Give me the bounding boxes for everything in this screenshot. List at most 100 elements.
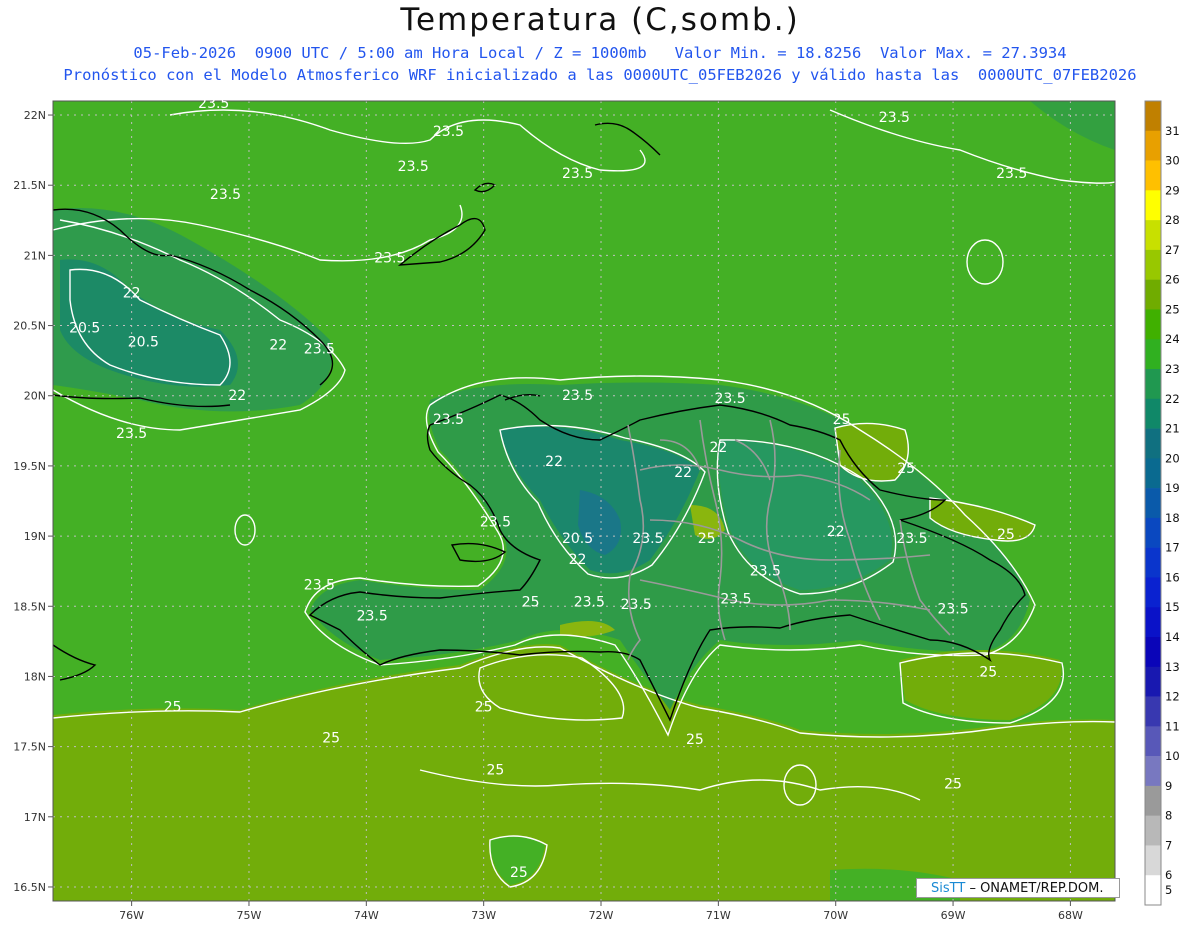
contour-label: 23.5: [896, 531, 927, 547]
contour-label: 25: [698, 531, 716, 547]
colorbar-label: 20: [1165, 451, 1180, 465]
colorbar-label: 22: [1165, 392, 1180, 406]
contour-label: 23.5: [715, 391, 746, 407]
contour-label: 25: [944, 777, 962, 793]
colorbar-swatch: [1145, 369, 1161, 400]
contour-label: 23.5: [433, 412, 464, 428]
colorbar-label: 25: [1165, 302, 1180, 316]
contour-label: 22: [709, 440, 727, 456]
colorbar-swatch: [1145, 488, 1161, 519]
colorbar-swatch: [1145, 726, 1161, 757]
contour-label: 23.5: [574, 594, 605, 610]
lat-label: 19.5N: [13, 460, 46, 473]
contour-label: 23.5: [562, 166, 593, 182]
colorbar-label: 5: [1165, 883, 1172, 897]
colorbar-label: 17: [1165, 541, 1180, 555]
contour-label: 25: [997, 527, 1015, 543]
contour-label: 22: [545, 454, 563, 470]
colorbar-label: 11: [1165, 719, 1180, 733]
lat-label: 16.5N: [13, 881, 46, 894]
lat-label: 19N: [24, 530, 46, 543]
colorbar-label: 16: [1165, 570, 1180, 584]
colorbar-swatch: [1145, 428, 1161, 459]
colorbar-swatch: [1145, 249, 1161, 280]
colorbar-label: 12: [1165, 690, 1180, 704]
contour-label: 22: [827, 524, 845, 540]
colorbar-label: 13: [1165, 660, 1180, 674]
contour-label: 25: [833, 412, 851, 428]
contour-label: 23.5: [374, 250, 405, 266]
contour-label: 20.5: [128, 335, 159, 351]
lon-label: 68W: [1058, 909, 1083, 922]
colorbar-swatch: [1145, 398, 1161, 429]
contour-label: 23.5: [398, 159, 429, 175]
contour-label: 23.5: [357, 608, 388, 624]
colorbar-swatch: [1145, 279, 1161, 310]
contour-label: 23.5: [304, 342, 335, 358]
contour-label: 23.5: [210, 187, 241, 203]
colorbar-swatch: [1145, 339, 1161, 370]
colorbar-label: 19: [1165, 481, 1180, 495]
lat-label: 21.5N: [13, 179, 46, 192]
colorbar-label: 6: [1165, 868, 1172, 882]
contour-label: 23.5: [879, 110, 910, 126]
colorbar-swatch: [1145, 517, 1161, 548]
contour-label: 23.5: [750, 563, 781, 579]
contour-label: 22: [269, 337, 287, 353]
colorbar-label: 28: [1165, 213, 1180, 227]
colorbar-label: 26: [1165, 273, 1180, 287]
colorbar-swatch: [1145, 666, 1161, 697]
contour-label: 25: [475, 700, 493, 716]
contour-label: 23.5: [304, 577, 335, 593]
contour-label: 25: [897, 461, 915, 477]
lat-label: 22N: [24, 109, 46, 122]
lon-label: 74W: [354, 909, 379, 922]
contour-label: 23.5: [937, 601, 968, 617]
lon-label: 70W: [823, 909, 848, 922]
colorbar-label: 15: [1165, 600, 1180, 614]
colorbar-label: 27: [1165, 243, 1180, 257]
colorbar-swatch: [1145, 101, 1161, 132]
contour-label: 23.5: [621, 597, 652, 613]
lon-label: 75W: [237, 909, 262, 922]
colorbar-swatch: [1145, 696, 1161, 727]
colorbar-label: 30: [1165, 154, 1180, 168]
colorbar-swatch: [1145, 190, 1161, 221]
lat-label: 21N: [24, 249, 46, 262]
colorbar-label: 7: [1165, 838, 1172, 852]
colorbar-label: 31: [1165, 124, 1180, 138]
colorbar-swatch: [1145, 756, 1161, 787]
lon-label: 76W: [119, 909, 144, 922]
contour-label: 23.5: [996, 166, 1027, 182]
contour-label: 25: [510, 865, 528, 881]
credit-text: – ONAMET/REP.DOM.: [969, 881, 1104, 896]
contour-label: 23.5: [480, 514, 511, 530]
lon-label: 73W: [471, 909, 496, 922]
colorbar-swatch: [1145, 547, 1161, 578]
contour-label: 23.5: [116, 426, 147, 442]
colorbar-swatch: [1145, 577, 1161, 608]
contour-label: 23.5: [632, 531, 663, 547]
contour-label: 25: [164, 700, 182, 716]
contour-label: 22: [569, 552, 587, 568]
contour-label: 25: [522, 594, 540, 610]
colorbar: 31 30 29 28 27 26 25 24 23 22 21 20 19 18 17 16 15 14 13 12…: [1144, 100, 1180, 906]
contour-label: 23.5: [562, 388, 593, 404]
colorbar-swatch: [1145, 160, 1161, 191]
lat-label: 18.5N: [13, 600, 46, 613]
temperature-map: 76W 75W 74W 73W 72W 71W 70W 69W 68W 22N 21.5N 21N 20…: [13, 96, 1180, 922]
colorbar-label: 21: [1165, 422, 1180, 436]
colorbar-swatch: [1145, 607, 1161, 638]
colorbar-swatch: [1145, 785, 1161, 816]
contour-label: 20.5: [69, 321, 100, 337]
colorbar-swatch: [1145, 637, 1161, 668]
contour-label: 23.5: [433, 124, 464, 140]
lat-label: 17.5N: [13, 741, 46, 754]
credit-brand: SisTT: [931, 881, 966, 896]
lon-label: 71W: [706, 909, 731, 922]
colorbar-label: 8: [1165, 809, 1172, 823]
contour-label: 22: [228, 388, 246, 404]
contour-label: 25: [486, 763, 504, 779]
lon-label: 69W: [941, 909, 966, 922]
colorbar-label: 29: [1165, 183, 1180, 197]
